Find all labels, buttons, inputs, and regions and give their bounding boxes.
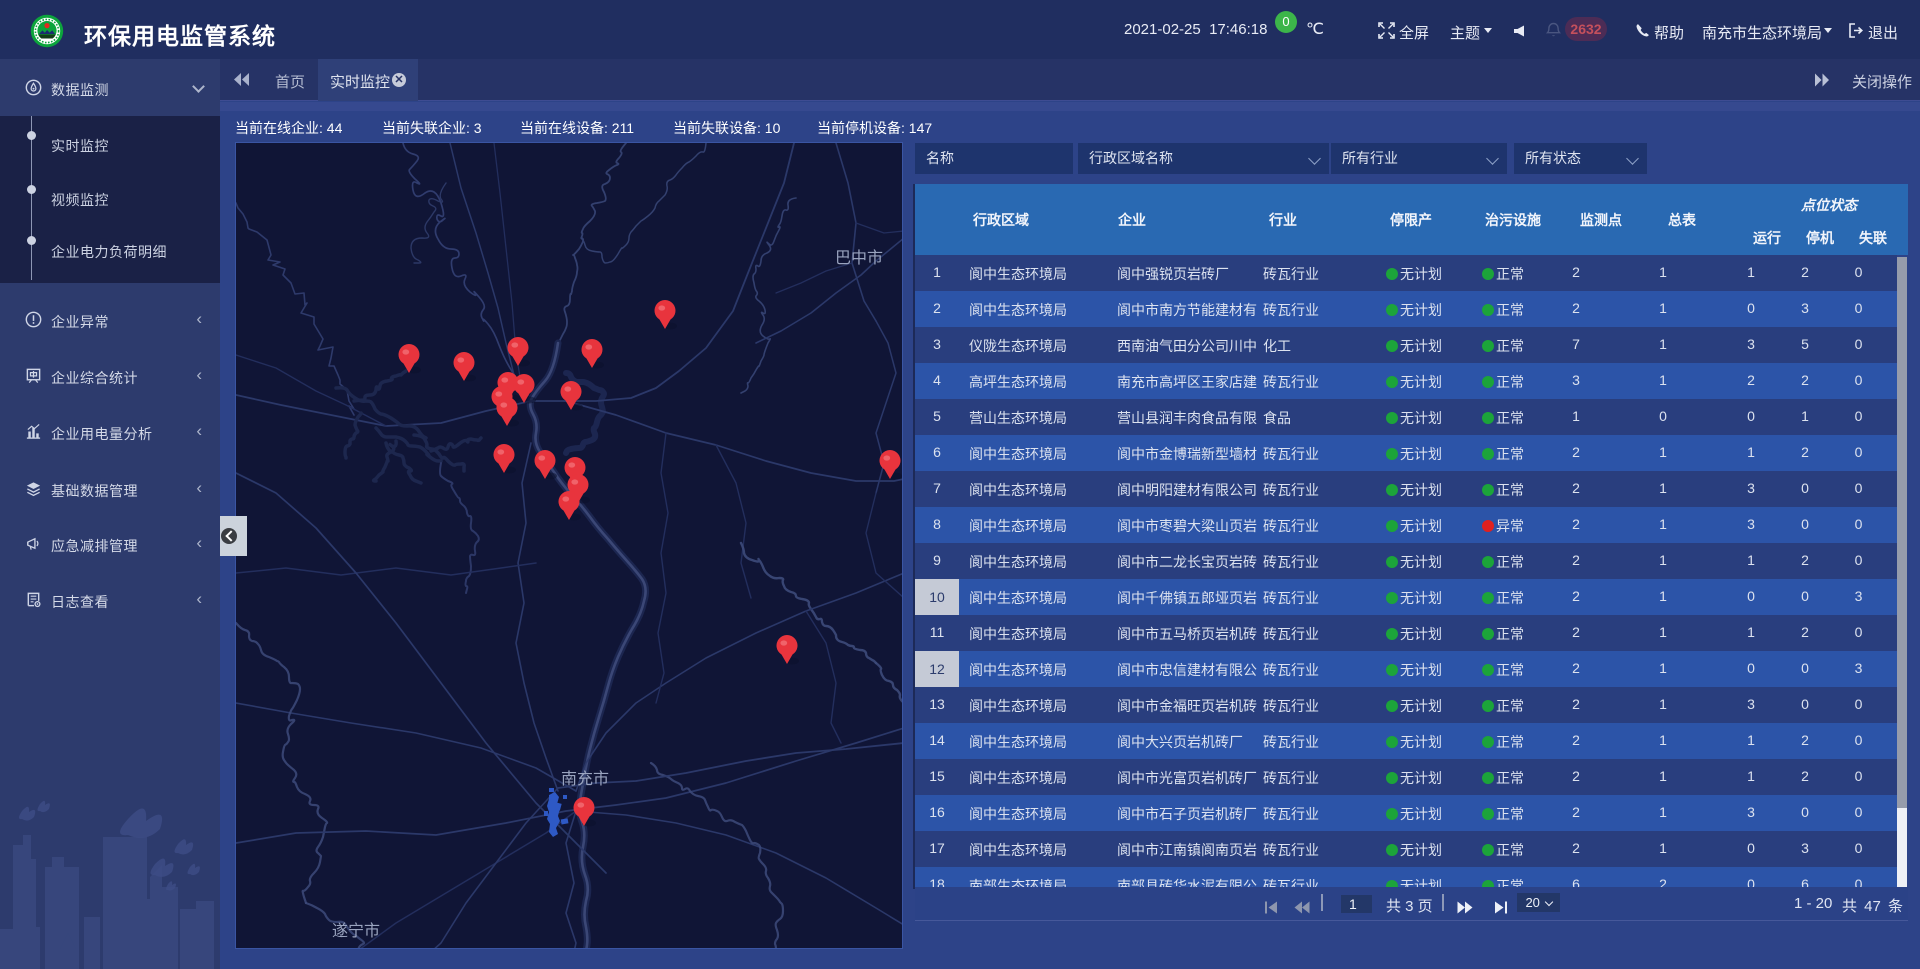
svg-text:遂宁市: 遂宁市 <box>332 922 380 940</box>
